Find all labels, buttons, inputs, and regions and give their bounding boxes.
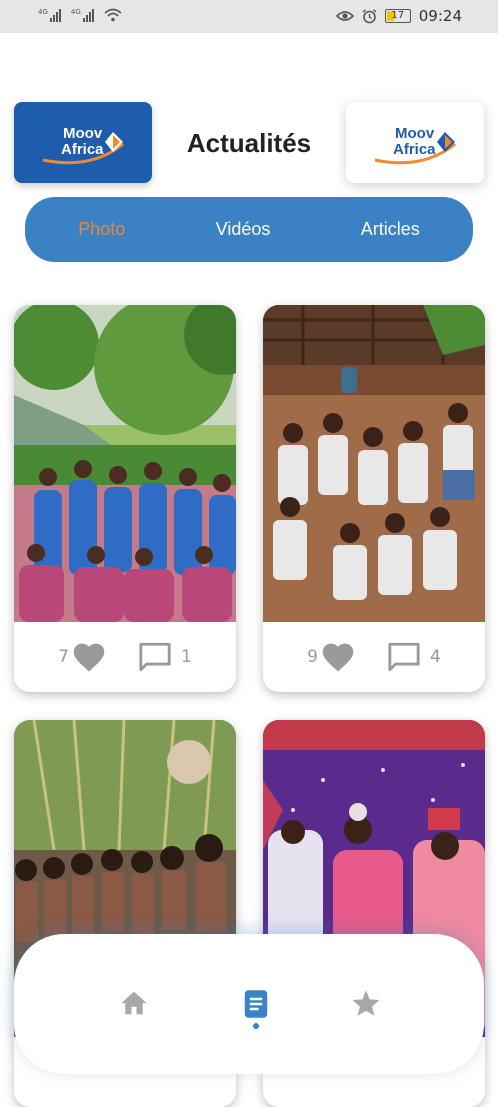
clock: 09:24 <box>418 7 462 25</box>
page-title: Actualités <box>186 128 312 158</box>
photo-image <box>263 305 485 622</box>
nav-favorites[interactable] <box>346 989 386 1029</box>
heart-icon[interactable] <box>71 641 107 673</box>
nav-news[interactable] <box>236 989 276 1029</box>
svg-text:Moov: Moov <box>63 125 103 142</box>
status-bar: 4G 4G 17 09:24 <box>0 0 498 33</box>
signal-icon: 4G <box>38 8 61 22</box>
photo-image <box>14 305 236 622</box>
photo-card[interactable]: 9 4 <box>263 305 485 692</box>
header: Moov Africa Actualités Moov Africa <box>0 100 498 186</box>
alarm-icon <box>362 8 377 23</box>
comment-icon[interactable] <box>137 640 173 674</box>
battery-icon: 17 <box>384 9 411 23</box>
comment-icon[interactable] <box>386 640 422 674</box>
like-count: 9 <box>307 647 318 667</box>
active-indicator <box>253 1023 259 1029</box>
nav-home[interactable] <box>114 989 154 1029</box>
wifi-icon <box>104 8 122 22</box>
photo-card[interactable]: 7 1 <box>14 305 236 692</box>
svg-text:Moov: Moov <box>395 125 435 142</box>
tab-articles[interactable]: Articles <box>361 219 420 240</box>
comment-count: 4 <box>430 647 441 667</box>
tab-photo[interactable]: Photo <box>78 219 125 240</box>
star-icon <box>352 990 380 1016</box>
moov-africa-logo: Moov Africa <box>14 102 152 183</box>
like-count: 7 <box>58 647 69 667</box>
bottom-navigation <box>14 934 484 1074</box>
moov-africa-logo-white: Moov Africa <box>346 102 484 183</box>
comment-count: 1 <box>181 647 192 667</box>
tab-videos[interactable]: Vidéos <box>216 219 271 240</box>
svg-text:Africa: Africa <box>61 141 104 158</box>
signal-icon-2: 4G <box>71 8 94 22</box>
tab-bar: Photo Vidéos Articles <box>25 197 473 262</box>
document-icon <box>244 990 268 1018</box>
heart-icon[interactable] <box>320 641 356 673</box>
home-icon <box>121 991 147 1015</box>
svg-text:Africa: Africa <box>393 141 436 158</box>
eye-icon <box>335 11 354 21</box>
post-stats: 9 4 <box>263 622 485 692</box>
post-stats: 7 1 <box>14 622 236 692</box>
